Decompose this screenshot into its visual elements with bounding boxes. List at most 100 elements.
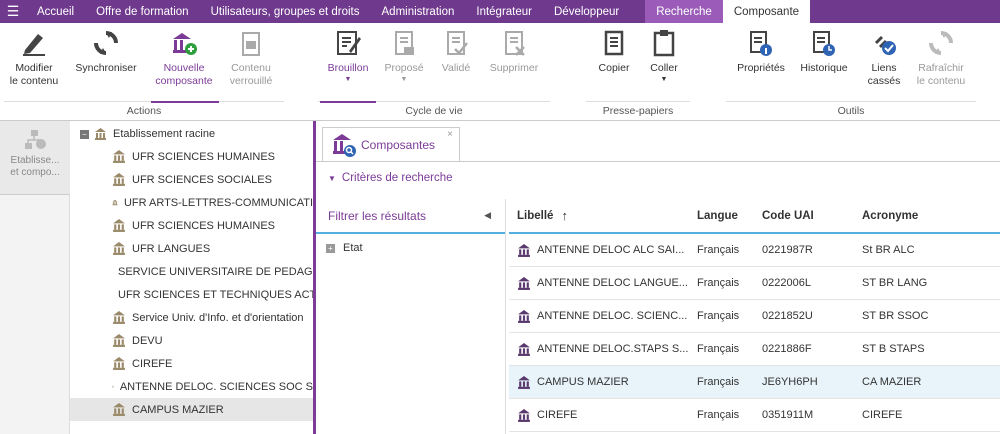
selected-underline	[151, 101, 219, 103]
tree-item[interactable]: UFR SCIENCES ET TECHNIQUES ACT	[70, 283, 313, 306]
building-icon	[113, 219, 125, 232]
coller-button[interactable]: Coller ▼	[642, 27, 686, 84]
hamburger-menu-icon[interactable]: ☰	[0, 0, 26, 23]
menu-developpeur[interactable]: Développeur	[543, 0, 630, 23]
synchroniser-button[interactable]: Synchroniser	[70, 27, 142, 75]
valide-button[interactable]: Validé	[434, 27, 478, 75]
contenu-verrouille-button[interactable]: Contenu verrouillé	[222, 27, 280, 88]
liens-casses-button[interactable]: Liens cassés	[862, 27, 906, 88]
propose-button[interactable]: Proposé ▼	[380, 27, 428, 84]
tree-item[interactable]: SERVICE UNIVERSITAIRE DE PEDAGO	[70, 260, 313, 283]
menu-utilisateurs[interactable]: Utilisateurs, groupes et droits	[200, 0, 371, 23]
expand-icon[interactable]: +	[326, 243, 335, 253]
button-label: Contenu	[231, 62, 271, 74]
cell-libelle: ANTENNE DELOC LANGUE...	[509, 276, 697, 290]
cell-libelle: ANTENNE DELOC.STAPS S...	[509, 342, 697, 356]
brouillon-button[interactable]: Brouillon ▼	[320, 27, 376, 84]
table-row[interactable]: ANTENNE DELOC. SCIENC... Français 0221852U…	[509, 300, 1000, 333]
menu-administration[interactable]: Administration	[371, 0, 466, 23]
table-row[interactable]: ANTENNE DELOC LANGUE... Français 0222006L S…	[509, 267, 1000, 300]
hierarchy-icon	[23, 129, 47, 151]
building-icon	[518, 342, 530, 356]
copier-button[interactable]: Copier	[592, 27, 636, 75]
filter-panel: Filtrer les résultats ◀ + Etat	[316, 199, 506, 434]
divider	[726, 101, 976, 102]
left-navigation: Etablisse... et compo...	[0, 121, 70, 434]
results-grid: Libellé ↑ Langue Code UAI Acronyme ANTENN…	[509, 199, 1000, 432]
building-icon	[95, 128, 106, 140]
menu-integrateur[interactable]: Intégrateur	[465, 0, 543, 23]
button-label: Synchroniser	[75, 62, 137, 74]
cell-acronyme: CA MAZIER	[862, 376, 922, 388]
tab-composantes[interactable]: Composantes ×	[322, 127, 460, 161]
chevron-down-icon: ▼	[400, 76, 408, 83]
search-criteria-toggle[interactable]: ▼ Critères de recherche	[328, 172, 453, 184]
building-icon	[518, 408, 530, 422]
proprietes-button[interactable]: Propriétés	[732, 27, 790, 75]
building-icon	[113, 357, 125, 370]
column-acronyme[interactable]: Acronyme	[862, 210, 982, 222]
nouvelle-composante-button[interactable]: Nouvelle composante	[148, 27, 220, 88]
cell-langue: Français	[697, 343, 740, 355]
column-libelle[interactable]: Libellé ↑	[509, 208, 697, 223]
tree-item[interactable]: ANTENNE DELOC. SCIENCES SOC S	[70, 375, 313, 398]
column-langue[interactable]: Langue	[697, 210, 762, 222]
cell-text: CAMPUS MAZIER	[537, 376, 629, 388]
group-label-actions: Actions	[126, 105, 162, 117]
collapse-icon[interactable]: −	[80, 129, 89, 139]
validated-icon	[440, 27, 472, 59]
supprimer-button[interactable]: Supprimer	[484, 27, 544, 75]
nav-label: Etablisse...	[10, 155, 60, 166]
modifier-contenu-button[interactable]: Modifier le contenu	[6, 27, 62, 88]
tree-item[interactable]: UFR SCIENCES HUMAINES	[70, 145, 313, 168]
menu-accueil[interactable]: Accueil	[26, 0, 85, 23]
tree-item[interactable]: Service Univ. d'Info. et d'orientation	[70, 306, 313, 329]
tree-label: UFR LANGUES	[132, 242, 211, 255]
table-row[interactable]: ANTENNE DELOC ALC SAI... Français 0221987R…	[509, 234, 1000, 267]
selected-underline	[320, 101, 376, 103]
tree-label: CAMPUS MAZIER	[132, 403, 224, 416]
tree-item[interactable]: UFR SCIENCES SOCIALES	[70, 168, 313, 191]
building-icon	[113, 311, 125, 324]
sync-icon	[90, 27, 122, 59]
building-icon	[113, 403, 125, 416]
cell-text: ANTENNE DELOC. SCIENC...	[537, 310, 688, 322]
tree-label: ANTENNE DELOC. SCIENCES SOC S	[119, 380, 313, 393]
proposed-icon	[388, 27, 420, 59]
menu-offre-formation[interactable]: Offre de formation	[85, 0, 199, 23]
top-menu-bar: ☰ Accueil Offre de formation Utilisateur…	[0, 0, 1000, 23]
table-row[interactable]: CAMPUS MAZIER Français JE6YH6PH CA MAZIER	[509, 366, 1000, 399]
tree-item[interactable]: CIREFE	[70, 352, 313, 375]
tree-item[interactable]: UFR ARTS-LETTRES-COMMUNICATI	[70, 191, 313, 214]
collapse-left-icon[interactable]: ◀	[484, 210, 491, 221]
tree-root[interactable]: − Etablissement racine	[70, 123, 313, 145]
filter-item-etat[interactable]: + Etat	[316, 234, 505, 262]
filter-header[interactable]: Filtrer les résultats ◀	[316, 199, 505, 234]
tab-composante[interactable]: Composante	[722, 0, 811, 23]
cell-code-uai: 0351911M	[762, 409, 814, 421]
building-icon	[518, 309, 530, 323]
tree-item[interactable]: DEVU	[70, 329, 313, 352]
button-label: le contenu	[916, 75, 966, 87]
tree-item[interactable]: CAMPUS MAZIER	[70, 398, 313, 421]
button-label: le contenu	[9, 75, 59, 87]
column-code-uai[interactable]: Code UAI	[762, 210, 862, 222]
tree-item[interactable]: UFR SCIENCES HUMAINES	[70, 214, 313, 237]
tree-label: UFR SCIENCES SOCIALES	[132, 173, 272, 186]
nav-etablissements[interactable]: Etablisse... et compo...	[0, 121, 70, 195]
cell-langue: Français	[697, 244, 740, 256]
rafraichir-button[interactable]: Rafraîchir le contenu	[910, 27, 972, 88]
button-label: Rafraîchir	[918, 62, 964, 74]
button-label: Brouillon	[327, 62, 369, 74]
historique-button[interactable]: Historique	[794, 27, 854, 75]
chevron-down-icon: ▼	[660, 76, 668, 83]
tree-label: SERVICE UNIVERSITAIRE DE PEDAGO	[118, 265, 313, 278]
cell-langue: Français	[697, 310, 740, 322]
chevron-down-icon: ▼	[344, 76, 352, 83]
draft-icon	[332, 27, 364, 59]
table-row[interactable]: CIREFE Français 0351911M CIREFE	[509, 399, 1000, 432]
tree-item[interactable]: UFR LANGUES	[70, 237, 313, 260]
tab-recherche[interactable]: Recherche	[645, 0, 723, 23]
close-icon[interactable]: ×	[447, 129, 453, 140]
table-row[interactable]: ANTENNE DELOC.STAPS S... Français 0221886F…	[509, 333, 1000, 366]
